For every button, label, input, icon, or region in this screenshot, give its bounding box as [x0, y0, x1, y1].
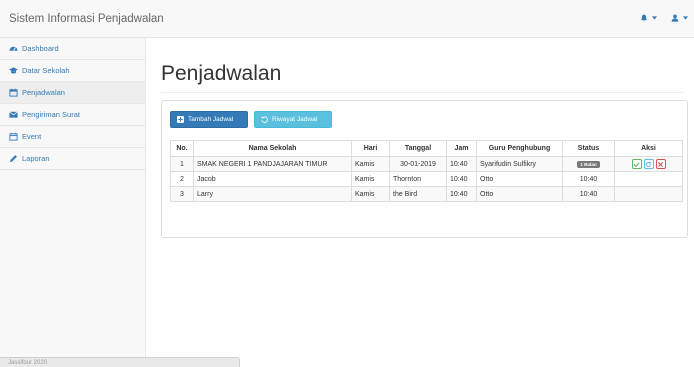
cell-hari: Kamis: [351, 156, 390, 172]
riwayat-jadwal-label: Riwayat Jadwal: [272, 116, 318, 123]
sidebar-item-penjadwalan[interactable]: Penjadwalan: [0, 82, 145, 104]
check-icon: [633, 161, 640, 167]
sidebar-item-label: Penjadwalan: [22, 88, 65, 97]
column-header[interactable]: No.: [170, 140, 194, 157]
jadwal-panel: Tambah Jadwal Riwayat Jadwal No. Nama Se…: [161, 100, 688, 238]
history-icon: [261, 116, 268, 123]
sidebar-item-dashboard[interactable]: Dashboard: [0, 38, 145, 60]
refresh-icon: [645, 160, 652, 167]
app-brand[interactable]: Sistem Informasi Penjadwalan: [9, 13, 164, 25]
sidebar-item-label: Dashboard: [22, 44, 59, 53]
cell-aksi: [614, 171, 683, 187]
page-title: Penjadwalan: [161, 62, 282, 85]
status-badge: 1 Bulan: [577, 160, 600, 168]
cell-nama-sekolah: Jacob: [193, 171, 352, 187]
column-header: Aksi: [614, 140, 683, 157]
jadwal-table: No. Nama Sekolah Hari Tanggal Jam Guru P…: [170, 140, 683, 202]
cell-guru: Syarifudin Sulfikry: [476, 156, 563, 172]
cell-nama-sekolah: Larry: [193, 186, 352, 202]
column-header[interactable]: Hari: [351, 140, 390, 157]
navbar-right: [640, 14, 688, 22]
calendar-event-icon: [9, 132, 18, 141]
plus-square-icon: [177, 116, 184, 123]
cell-nama-sekolah: SMAK NEGERI 1 PANDJAJARAN TIMUR: [193, 156, 352, 172]
caret-down-icon: [683, 16, 688, 20]
cell-jam: 10:40: [446, 171, 477, 187]
cell-no: 2: [170, 171, 194, 187]
sidebar-item-label: Event: [22, 132, 42, 141]
approve-button[interactable]: [631, 159, 642, 169]
cell-jam: 10:40: [446, 186, 477, 202]
tambah-jadwal-label: Tambah Jadwal: [188, 116, 234, 123]
footer-bar: Jassifour 2020: [0, 357, 240, 367]
caret-down-icon: [652, 16, 657, 20]
column-header[interactable]: Status: [562, 140, 615, 157]
close-icon: [658, 161, 663, 167]
table-row: 3 Larry Kamis the Bird 10:40 Otto 10:40: [170, 186, 683, 202]
cell-hari: Kamis: [351, 186, 390, 202]
cell-tanggal: Thornton: [389, 171, 447, 187]
top-navbar: Sistem Informasi Penjadwalan: [0, 0, 694, 38]
cell-aksi: [614, 156, 683, 172]
cell-no: 3: [170, 186, 194, 202]
pencil-icon: [9, 154, 18, 163]
user-icon: [671, 14, 679, 22]
cell-status: 10:40: [562, 186, 615, 202]
sidebar-item-datar-sekolah[interactable]: Datar Sekolah: [0, 60, 145, 82]
cell-jam: 10:40: [446, 156, 477, 172]
sidebar-item-label: Pengiriman Surat: [22, 110, 80, 119]
calendar-icon: [9, 88, 18, 97]
table-row: 2 Jacob Kamis Thornton 10:40 Otto 10:40: [170, 171, 683, 187]
cell-aksi: [614, 186, 683, 202]
table-row: 1 SMAK NEGERI 1 PANDJAJARAN TIMUR Kamis …: [170, 156, 683, 172]
cell-guru: Otto: [476, 171, 563, 187]
cell-status: 10:40: [562, 171, 615, 187]
title-divider: [161, 92, 684, 93]
riwayat-jadwal-button[interactable]: Riwayat Jadwal: [254, 111, 332, 128]
sidebar-item-event[interactable]: Event: [0, 126, 145, 148]
bell-icon: [640, 14, 648, 22]
cell-tanggal: the Bird: [389, 186, 447, 202]
sidebar: Dashboard Datar Sekolah Penjadwalan Peng…: [0, 38, 146, 367]
column-header[interactable]: Guru Penghubung: [476, 140, 563, 157]
sidebar-item-pengiriman-surat[interactable]: Pengiriman Surat: [0, 104, 145, 126]
cell-no: 1: [170, 156, 194, 172]
tambah-jadwal-button[interactable]: Tambah Jadwal: [170, 111, 248, 128]
cell-guru: Otto: [476, 186, 563, 202]
cell-hari: Kamis: [351, 171, 390, 187]
column-header[interactable]: Tanggal: [389, 140, 447, 157]
table-header-row: No. Nama Sekolah Hari Tanggal Jam Guru P…: [170, 140, 683, 157]
sidebar-item-label: Datar Sekolah: [22, 66, 70, 75]
graduation-cap-icon: [9, 66, 18, 75]
sidebar-item-label: Laporan: [22, 154, 50, 163]
reschedule-button[interactable]: [643, 159, 654, 169]
cell-status: 1 Bulan: [562, 156, 615, 172]
user-dropdown[interactable]: [671, 14, 688, 22]
notifications-dropdown[interactable]: [640, 14, 657, 22]
sidebar-item-laporan[interactable]: Laporan: [0, 148, 145, 170]
dashboard-icon: [9, 44, 18, 53]
envelope-icon: [9, 110, 18, 119]
column-header[interactable]: Jam: [446, 140, 477, 157]
delete-button[interactable]: [655, 159, 666, 169]
row-actions: [618, 159, 679, 169]
cell-tanggal: 30-01-2019: [389, 156, 447, 172]
column-header[interactable]: Nama Sekolah: [193, 140, 352, 157]
